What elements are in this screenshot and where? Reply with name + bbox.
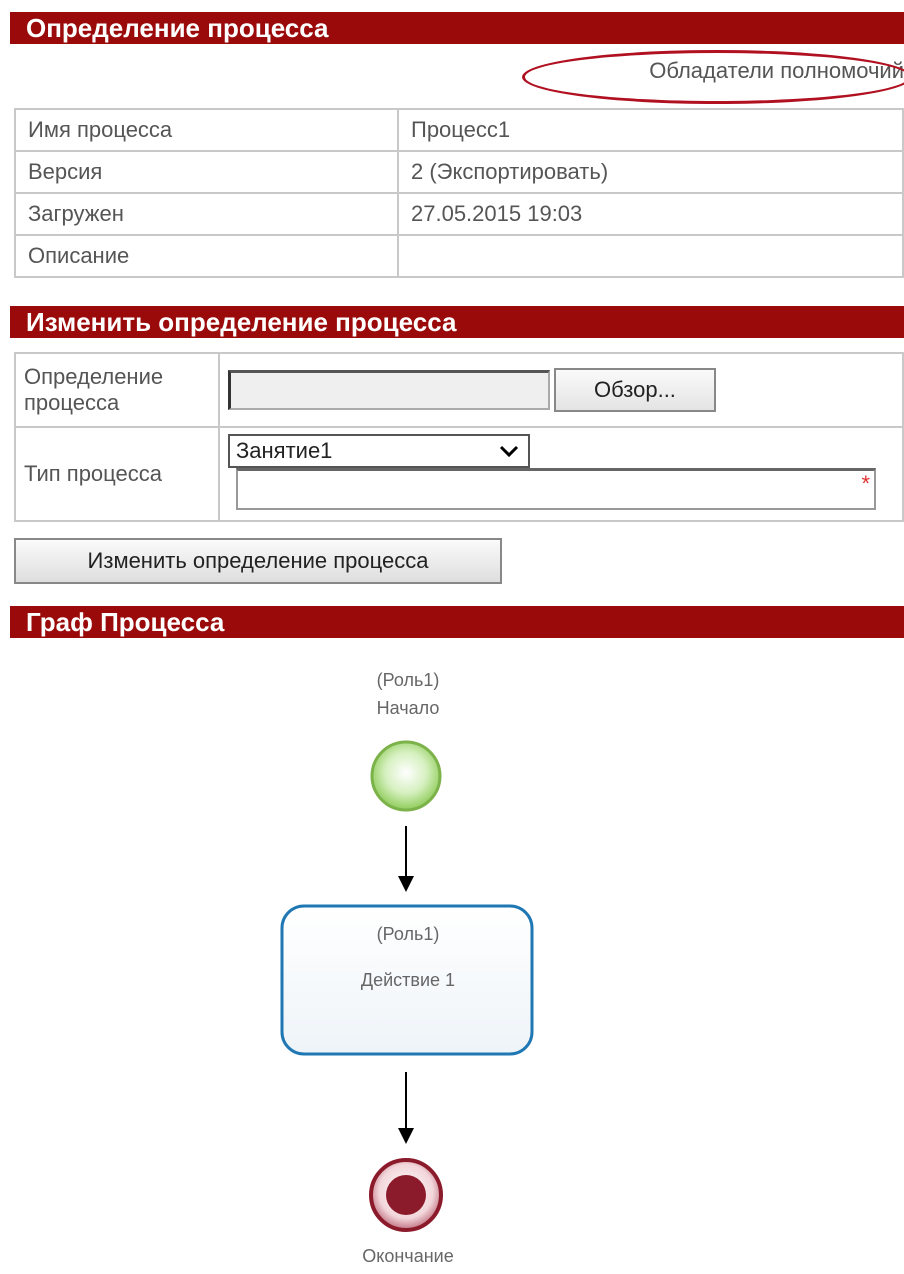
start-event[interactable] bbox=[370, 740, 442, 812]
task-role-label: (Роль1) bbox=[376, 924, 440, 944]
flow-arrow bbox=[398, 1072, 414, 1144]
end-event-label: Окончание bbox=[362, 1246, 454, 1266]
end-event[interactable] bbox=[369, 1158, 443, 1232]
task-name-label: Действие 1 bbox=[360, 970, 456, 990]
process-graph bbox=[280, 740, 534, 1232]
flow-arrow bbox=[398, 826, 414, 892]
